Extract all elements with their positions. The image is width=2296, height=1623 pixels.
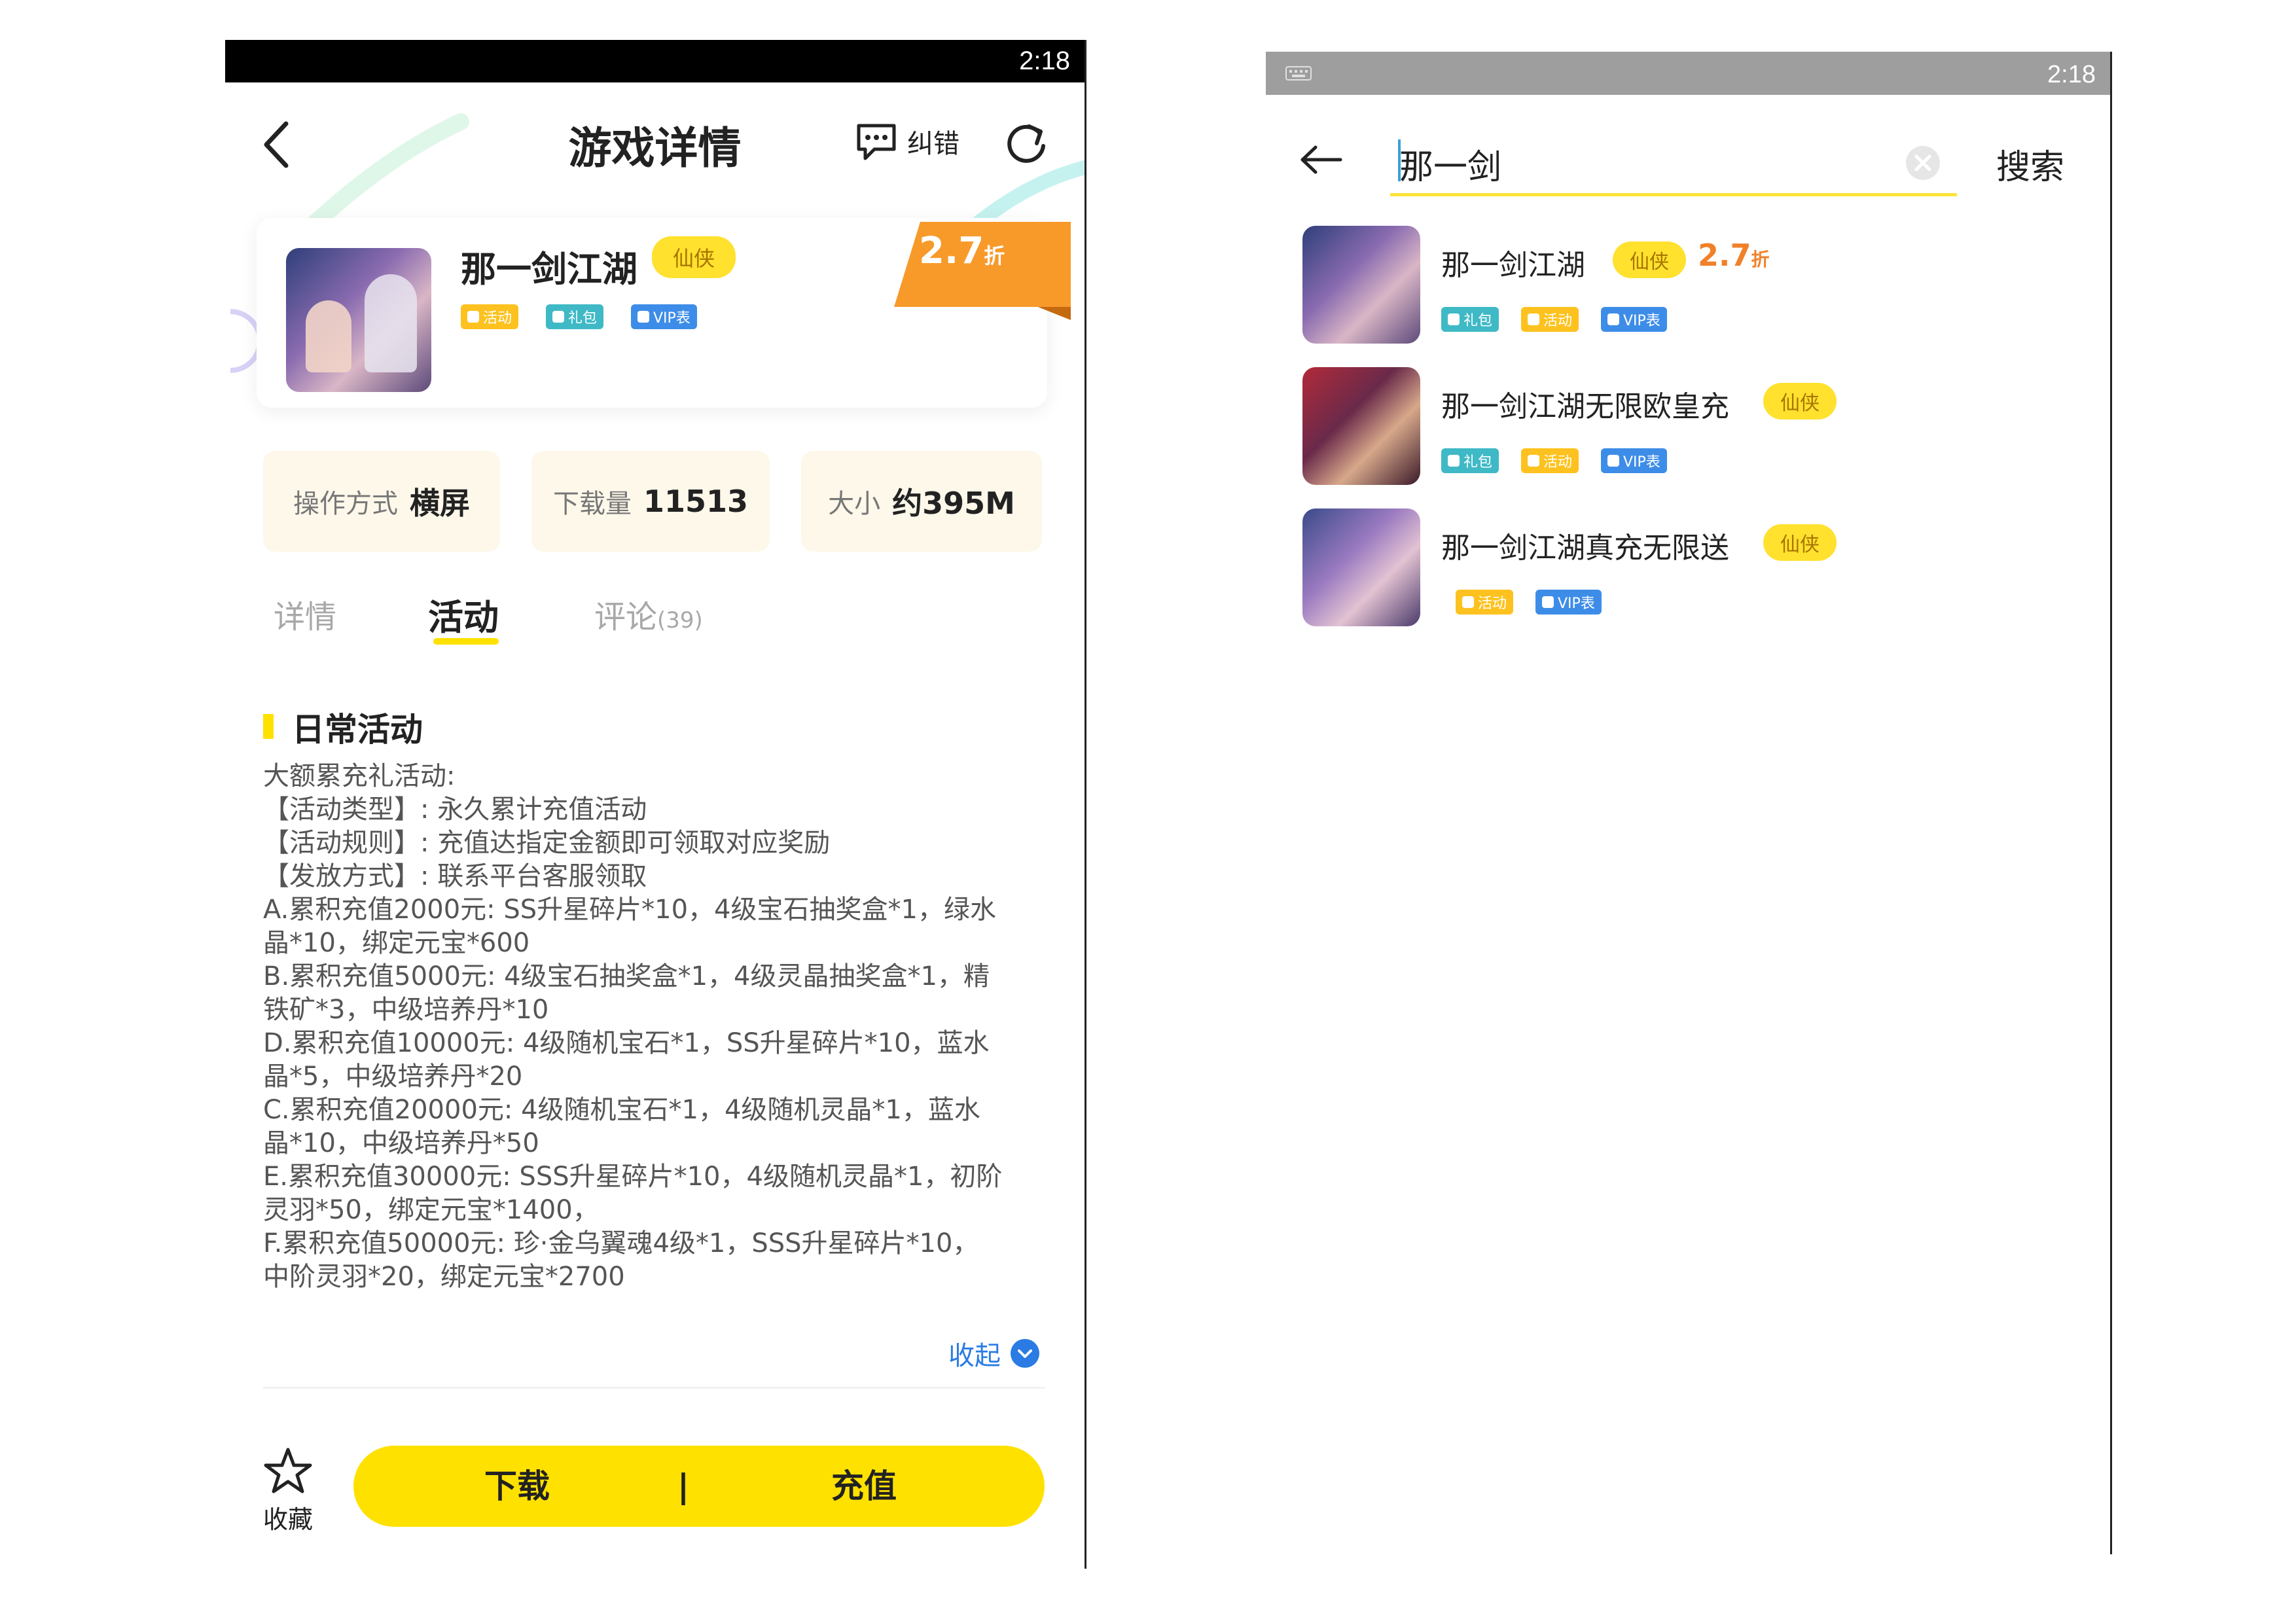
activity-line: 晶*10，绑定元宝*600 — [263, 928, 530, 958]
feedback-icon — [857, 124, 896, 160]
clear-icon[interactable] — [1905, 145, 1941, 181]
result-1-genre: 仙侠 — [1613, 241, 1686, 278]
status-time-search: 2:18 — [2047, 61, 2096, 88]
vip-tag-icon — [637, 311, 649, 323]
report-error-button[interactable]: 纠错 — [855, 115, 960, 168]
search-screen: 2:18 那一剑 搜索 那一剑江湖 仙侠 2.7折 礼包 活动 VIP表 那一剑… — [1266, 52, 2112, 1554]
result-3-tag-vip: VIP表 — [1535, 590, 1602, 615]
comments-count: (39) — [657, 607, 703, 633]
result-1-name: 那一剑江湖 — [1441, 249, 1585, 282]
activity-line: 中阶灵羽*20，绑定元宝*2700 — [263, 1262, 625, 1292]
activity-line: 铁矿*3，中级培养丹*10 — [263, 995, 549, 1025]
game-cover-image[interactable] — [286, 248, 431, 392]
refresh-icon[interactable] — [1003, 118, 1050, 166]
tab-details[interactable]: 详情 — [274, 591, 336, 637]
result-1-cover — [1302, 226, 1420, 344]
result-1-discount: 2.7折 — [1698, 238, 1770, 273]
result-2-tag-activity: 活动 — [1521, 448, 1579, 473]
stat-downloads: 下载量 11513 — [531, 451, 770, 552]
genre-badge: 仙侠 — [652, 236, 736, 278]
section-title: 日常活动 — [292, 711, 423, 749]
activity-line: 晶*10，中级培养丹*50 — [263, 1128, 539, 1158]
activity-text: 大额累充礼活动: 【活动类型】: 永久累计充值活动 【活动规则】: 充值达指定金额即… — [263, 760, 1062, 1294]
tab-activity[interactable]: 活动 — [428, 588, 499, 640]
gift-tag-icon — [552, 311, 564, 323]
status-time: 2:18 — [1019, 46, 1070, 75]
result-3-cover — [1302, 508, 1420, 626]
activity-line: 【活动类型】: 永久累计充值活动 — [263, 794, 647, 825]
status-bar-search: 2:18 — [1266, 52, 2110, 95]
activity-line: E.累积充值30000元: SSS升星碎片*10，4级随机灵晶*1，初阶 — [263, 1162, 1003, 1192]
discount-value: 2.7 — [919, 230, 984, 272]
tab-comments[interactable]: 评论(39) — [594, 591, 703, 637]
tag-activity[interactable]: 活动 — [461, 304, 519, 329]
collapse-label: 收起 — [948, 1341, 1001, 1371]
activity-line: 【活动规则】: 充值达指定金额即可领取对应奖励 — [263, 828, 831, 858]
result-3-genre: 仙侠 — [1763, 524, 1837, 561]
result-2-tag-gift: 礼包 — [1441, 448, 1499, 473]
tag-gift[interactable]: 礼包 — [546, 304, 604, 329]
activity-line: C.累积充值20000元: 4级随机宝石*1，4级随机灵晶*1，蓝水 — [263, 1095, 980, 1125]
status-bar: 2:18 — [225, 40, 1085, 82]
download-button[interactable]: 下载 — [353, 1446, 681, 1527]
stat-controls: 操作方式 横屏 — [263, 451, 500, 552]
back-arrow-icon[interactable] — [1299, 143, 1344, 176]
search-input-value: 那一剑 — [1399, 148, 1502, 187]
vip-tag-icon — [1607, 455, 1619, 467]
gift-tag-icon — [1448, 313, 1460, 325]
stat-size: 大小 约395M — [801, 451, 1042, 552]
favorite-label: 收藏 — [262, 1505, 313, 1534]
keyboard-icon — [1285, 66, 1312, 80]
active-tab-indicator — [433, 638, 499, 645]
star-icon — [264, 1448, 312, 1493]
search-input[interactable]: 那一剑 — [1390, 132, 1957, 196]
recharge-button[interactable]: 充值 — [694, 1446, 1034, 1527]
result-3-name: 那一剑江湖真充无限送 — [1441, 531, 1729, 565]
result-1-tag-vip: VIP表 — [1601, 307, 1667, 332]
collapse-button[interactable]: 收起 — [948, 1334, 1040, 1372]
favorite-button[interactable]: 收藏 — [262, 1447, 314, 1535]
gift-tag-icon — [1448, 455, 1460, 467]
result-1-tag-gift: 礼包 — [1441, 307, 1499, 332]
activity-tag-icon — [1462, 596, 1474, 608]
chevron-down-icon — [1011, 1339, 1039, 1368]
section-marker — [263, 714, 274, 739]
vip-tag-icon — [1542, 596, 1554, 608]
discount-unit: 折 — [984, 243, 1005, 268]
result-2-genre: 仙侠 — [1763, 383, 1837, 419]
result-2-name: 那一剑江湖无限欧皇充 — [1441, 390, 1729, 423]
game-name: 那一剑江湖 — [461, 249, 637, 290]
report-error-label: 纠错 — [907, 129, 960, 159]
activity-tag-icon — [1528, 455, 1539, 467]
activity-line: 【发放方式】: 联系平台客服领取 — [263, 861, 647, 891]
activity-tag-icon — [467, 311, 479, 323]
result-1-tag-activity: 活动 — [1521, 307, 1579, 332]
activity-tag-icon — [1528, 313, 1539, 325]
activity-line: D.累积充值10000元: 4级随机宝石*1，SS升星碎片*10，蓝水 — [263, 1028, 990, 1058]
result-3-tag-activity: 活动 — [1456, 590, 1514, 615]
divider — [263, 1387, 1045, 1389]
result-2-cover — [1302, 367, 1420, 485]
tag-vip[interactable]: VIP表 — [631, 304, 697, 329]
game-detail-screen: 2:18 游戏详情 纠错 那一剑江湖 仙侠 活动 礼包 VIP表 2.7折 操作… — [225, 40, 1086, 1569]
activity-line: 大额累充礼活动: — [263, 761, 456, 791]
activity-line: A.累积充值2000元: SS升星碎片*10，4级宝石抽奖盒*1，绿水 — [263, 895, 996, 925]
activity-line: 灵羽*50，绑定元宝*1400， — [263, 1195, 599, 1225]
search-button[interactable]: 搜索 — [1996, 139, 2064, 188]
result-2-tag-vip: VIP表 — [1601, 448, 1667, 473]
activity-line: B.累积充值5000元: 4级宝石抽奖盒*1，4级灵晶抽奖盒*1，精 — [263, 961, 990, 991]
discount-badge: 2.7折 — [919, 230, 1005, 272]
vip-tag-icon — [1607, 313, 1619, 325]
action-separator: | — [677, 1467, 690, 1505]
activity-line: 晶*5，中级培养丹*20 — [263, 1061, 523, 1092]
activity-line: F.累积充值50000元: 珍·金乌翼魂4级*1，SSS升星碎片*10， — [263, 1228, 979, 1258]
